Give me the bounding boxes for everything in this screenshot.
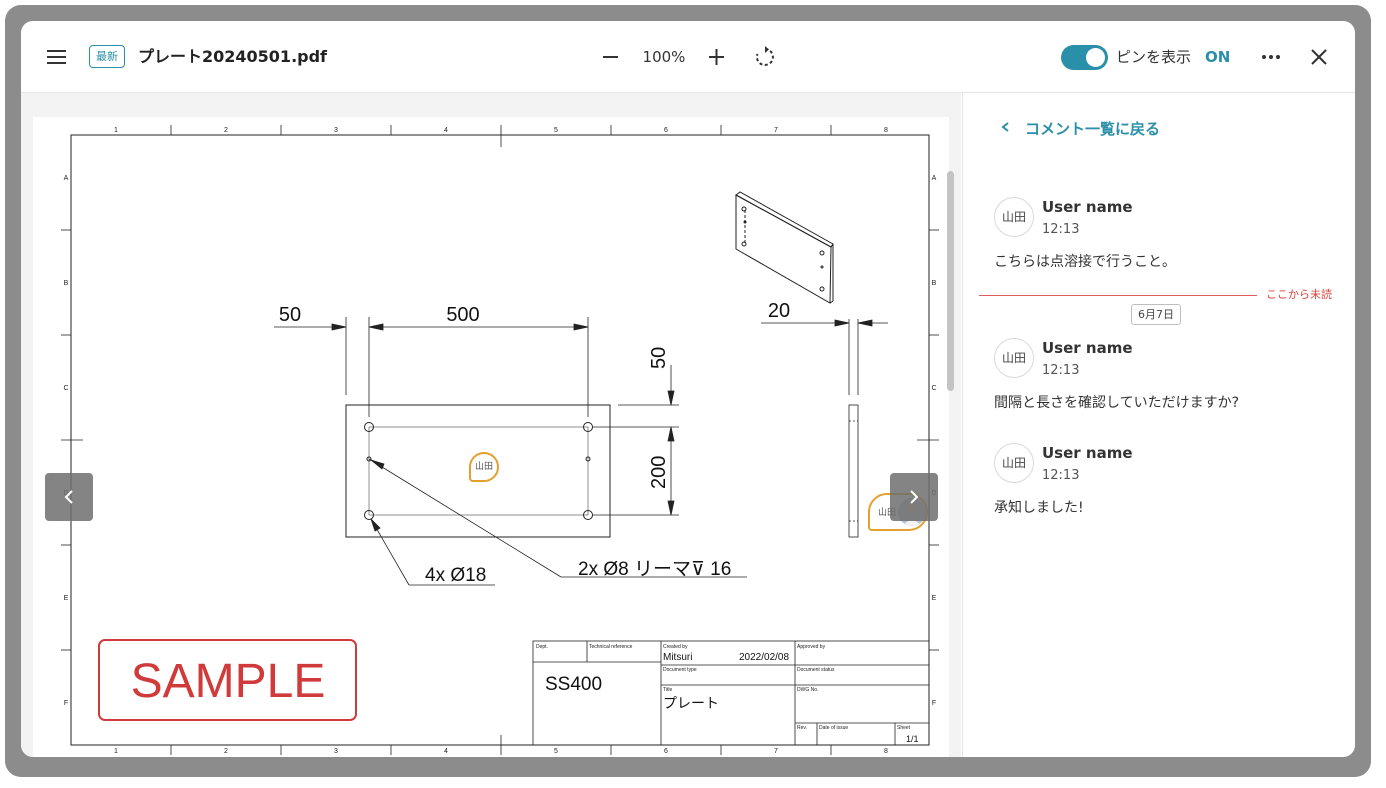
prev-page-button[interactable]: [45, 473, 93, 521]
isometric-view: [735, 191, 834, 304]
next-page-button[interactable]: [890, 473, 938, 521]
tb-label: Title: [663, 687, 672, 693]
rotate-button[interactable]: [753, 45, 777, 69]
date-separator: 6月7日: [1131, 304, 1181, 325]
toolbar: 最新 プレート20240501.pdf 100% ピンを表示 ON: [21, 21, 1355, 93]
comment-text: 間隔と長さを確認していただけますか?: [994, 395, 1240, 411]
rotate-icon: [755, 46, 774, 66]
viewer-window: 最新 プレート20240501.pdf 100% ピンを表示 ON 1 2 3 …: [21, 21, 1355, 757]
row-label: E: [64, 595, 69, 602]
zoom-out-button[interactable]: [601, 45, 621, 69]
col-label: 2: [224, 127, 228, 134]
tb-label: Sheet: [897, 725, 911, 731]
avatar: 山田: [994, 197, 1034, 237]
tb-label: Document type: [663, 667, 697, 673]
dimension-label: 500: [446, 304, 479, 326]
col-label: 4: [444, 748, 448, 755]
callout-holes: 4x Ø18: [425, 565, 486, 586]
more-button[interactable]: [1259, 45, 1283, 69]
file-name: プレート20240501.pdf: [138, 47, 328, 66]
comment-pin[interactable]: 山田: [469, 452, 499, 482]
latest-badge: 最新: [89, 45, 125, 68]
pin-toggle-label: ピンを表示: [1116, 48, 1192, 66]
col-label: 8: [884, 748, 888, 755]
tb-label: Rev.: [797, 725, 807, 731]
col-label: 8: [884, 127, 888, 134]
more-icon: [1262, 55, 1280, 59]
technical-drawing: 1 2 3 4 5 6 7 8 1 2 3 4 5 6 7 8 A B C E …: [61, 125, 939, 755]
dimension-label: 50: [648, 347, 670, 369]
avatar: 山田: [994, 443, 1034, 483]
viewer-scrollbar[interactable]: [947, 171, 954, 391]
created-by: Mitsuri: [663, 652, 692, 663]
col-label: 2: [224, 748, 228, 755]
row-label: A: [64, 175, 69, 182]
back-to-comments-link[interactable]: コメント一覧に戻る: [999, 118, 1160, 140]
tb-label: DWG No.: [797, 687, 818, 693]
tb-label: Technical reference: [589, 644, 633, 650]
drawing-title: プレート: [663, 695, 719, 711]
row-label: F: [64, 700, 68, 707]
plus-icon: [709, 49, 724, 65]
col-label: 5: [554, 748, 558, 755]
col-label: 5: [554, 127, 558, 134]
comment-user-name: User name: [1042, 444, 1133, 462]
tb-label: Created by: [663, 644, 688, 650]
close-button[interactable]: [1307, 45, 1331, 69]
comment-time: 12:13: [1042, 363, 1080, 378]
callout-ream: 2x Ø8 リーマ⊽ 16: [578, 559, 731, 580]
col-label: 7: [774, 748, 778, 755]
comment-user-name: User name: [1042, 198, 1133, 216]
dimension-label: 50: [279, 304, 301, 326]
tb-label: Dept.: [536, 644, 548, 650]
pin-visibility-toggle[interactable]: [1061, 45, 1108, 70]
stamp-text: SAMPLE: [131, 655, 326, 708]
pin-toggle-state: ON: [1205, 48, 1231, 66]
menu-icon[interactable]: [47, 49, 67, 65]
avatar: 山田: [994, 338, 1034, 378]
document-viewer[interactable]: 1 2 3 4 5 6 7 8 1 2 3 4 5 6 7 8 A B C E …: [21, 93, 961, 757]
dimension-label: 200: [648, 456, 670, 489]
col-label: 6: [664, 748, 668, 755]
chevron-left-icon: [64, 490, 73, 504]
close-icon: [1311, 49, 1327, 65]
comment-text: こちらは点溶接で行うこと。: [994, 254, 1176, 270]
comment-time: 12:13: [1042, 222, 1080, 237]
row-label: B: [64, 280, 69, 287]
created-date: 2022/02/08: [739, 652, 789, 663]
drawing-page: 1 2 3 4 5 6 7 8 1 2 3 4 5 6 7 8 A B C E …: [33, 117, 949, 757]
material: SS400: [545, 674, 602, 695]
col-label: 7: [774, 127, 778, 134]
row-label: A: [932, 175, 937, 182]
row-label: E: [932, 595, 937, 602]
sheet-number: 1/1: [906, 734, 919, 744]
col-label: 4: [444, 127, 448, 134]
back-link-label: コメント一覧に戻る: [1025, 120, 1161, 138]
chevron-right-icon: [910, 490, 919, 504]
comment-time: 12:13: [1042, 468, 1080, 483]
chevron-left-icon: [1001, 122, 1009, 132]
col-label: 3: [334, 748, 338, 755]
row-label: B: [932, 280, 937, 287]
dimension-label: 20: [768, 300, 790, 322]
unread-divider: [979, 295, 1257, 296]
tb-label: Date of issue: [819, 725, 848, 731]
unread-label: ここから未読: [1266, 288, 1332, 301]
zoom-in-button[interactable]: [707, 45, 727, 69]
tb-label: Document status: [797, 667, 835, 673]
zoom-level: 100%: [642, 48, 686, 66]
col-label: 6: [664, 127, 668, 134]
comment-user-name: User name: [1042, 339, 1133, 357]
row-label: C: [63, 385, 68, 392]
minus-icon: [603, 56, 618, 58]
col-label: 3: [334, 127, 338, 134]
tb-label: Approved by: [797, 644, 826, 650]
row-label: C: [931, 385, 936, 392]
col-label: 1: [114, 748, 118, 755]
row-label: F: [932, 700, 936, 707]
comment-panel: コメント一覧に戻る 山田 User name 12:13 こちらは点溶接で行うこ…: [962, 93, 1355, 757]
col-label: 1: [114, 127, 118, 134]
pin-avatar-label: 山田: [474, 462, 493, 472]
comment-text: 承知しました!: [994, 500, 1084, 516]
